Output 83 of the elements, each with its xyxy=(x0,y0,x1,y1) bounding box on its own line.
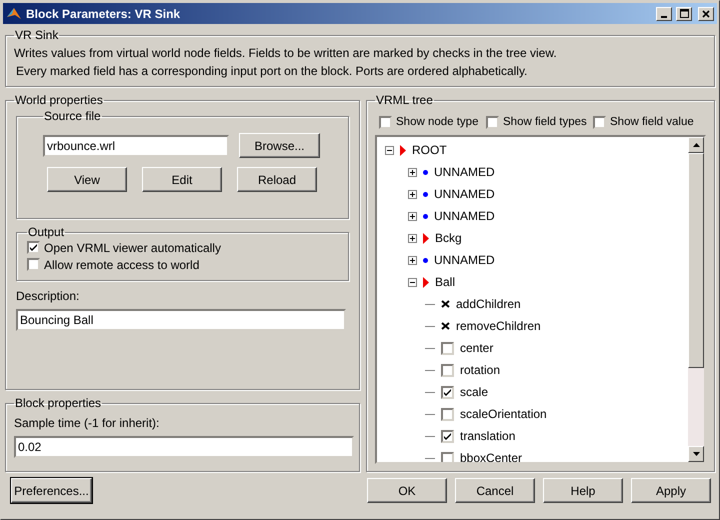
description-text: Writes values from virtual world node fields. Fields to be written are marked by checks in the tree view. xyxy=(14,45,558,62)
dialog-button[interactable]: Apply xyxy=(631,478,711,503)
source-file-field[interactable]: vrbounce.wrl xyxy=(43,134,229,156)
collapse-icon[interactable] xyxy=(408,278,417,286)
expand-icon[interactable] xyxy=(408,234,417,242)
sample-time-field[interactable]: 0.02 xyxy=(14,436,354,458)
checkbox[interactable] xyxy=(593,116,606,128)
checkbox[interactable] xyxy=(27,241,40,254)
tree-item[interactable]: scale xyxy=(460,385,488,399)
checkbox[interactable] xyxy=(441,386,454,398)
tree-item[interactable]: removeChildren xyxy=(456,319,541,333)
option-label: Open VRML viewer automatically xyxy=(44,240,221,254)
triangle-icon xyxy=(400,144,406,156)
browse-button[interactable]: Browse... xyxy=(239,133,320,158)
expand-icon[interactable] xyxy=(408,212,417,220)
file-button[interactable]: Edit xyxy=(142,167,222,192)
down-arrow-icon[interactable] xyxy=(692,452,700,456)
tree-item[interactable]: scaleOrientation xyxy=(460,407,547,421)
dot-icon xyxy=(423,192,428,196)
description-field[interactable]: Bouncing Ball xyxy=(16,309,346,331)
file-button[interactable]: View xyxy=(47,167,127,192)
check-icon xyxy=(443,432,452,440)
checkbox[interactable] xyxy=(441,364,454,376)
window-title: Block Parameters: VR Sink xyxy=(26,6,182,20)
dot-icon xyxy=(423,170,428,174)
checkbox[interactable] xyxy=(441,452,454,462)
tree-item[interactable]: addChildren xyxy=(456,297,521,311)
cross-icon xyxy=(441,322,450,330)
checkbox[interactable] xyxy=(27,258,40,271)
up-arrow-icon[interactable] xyxy=(692,143,700,147)
tree-item[interactable]: Ball xyxy=(435,275,456,289)
dialog-button[interactable]: Help xyxy=(543,478,623,503)
dot-icon xyxy=(423,214,428,218)
minimize-icon xyxy=(661,16,667,18)
preferences-button[interactable]: Preferences... xyxy=(11,478,92,503)
field-label: Description: xyxy=(16,289,80,303)
maximize-icon xyxy=(680,9,688,18)
checkbox[interactable] xyxy=(441,408,454,420)
close-button[interactable] xyxy=(698,6,714,20)
expand-icon[interactable] xyxy=(408,190,417,198)
maximize-button[interactable] xyxy=(676,6,692,20)
group-title: VR Sink xyxy=(14,28,60,42)
tree-item[interactable]: rotation xyxy=(460,363,500,377)
option-label: Show node type xyxy=(396,116,478,128)
triangle-icon xyxy=(423,276,429,288)
group-title: Source file xyxy=(43,109,102,123)
tree-item[interactable]: UNNAMED xyxy=(434,209,495,223)
checkbox[interactable] xyxy=(486,116,499,128)
scrollbar[interactable] xyxy=(688,137,704,462)
dialog-button[interactable]: Cancel xyxy=(455,478,535,503)
description-text: Every marked field has a corresponding input port on the block. Ports are ordered alphabetically. xyxy=(15,63,528,80)
expand-icon[interactable] xyxy=(408,256,417,264)
dialog-button[interactable]: OK xyxy=(367,478,447,503)
option-label: Show field value xyxy=(610,116,694,128)
tree-item[interactable]: UNNAMED xyxy=(434,165,495,179)
tree-item[interactable]: Bckg xyxy=(435,231,462,245)
tree-item[interactable]: UNNAMED xyxy=(434,187,495,201)
triangle-icon xyxy=(423,232,429,244)
group-title: Block properties xyxy=(14,396,102,410)
checkbox[interactable] xyxy=(441,342,454,354)
checkbox[interactable] xyxy=(379,116,392,128)
tree-item[interactable]: bboxCenter xyxy=(460,451,522,462)
close-icon xyxy=(702,10,710,18)
check-icon xyxy=(29,243,38,252)
app-icon xyxy=(6,6,22,22)
tree-item[interactable]: translation xyxy=(460,429,516,443)
tree-item[interactable]: ROOT xyxy=(412,143,447,157)
option-label: Show field types xyxy=(503,116,587,128)
dot-icon xyxy=(423,258,428,262)
cross-icon xyxy=(441,300,450,308)
checkbox[interactable] xyxy=(441,430,454,442)
tree-item[interactable]: UNNAMED xyxy=(434,253,495,267)
collapse-icon[interactable] xyxy=(385,146,394,154)
tree-item[interactable]: center xyxy=(460,341,494,355)
field-label: Sample time (-1 for inherit): xyxy=(14,416,160,430)
group-title: VRML tree xyxy=(375,93,434,107)
option-label: Allow remote access to world xyxy=(44,258,200,272)
group-title: Output xyxy=(27,225,66,239)
file-button[interactable]: Reload xyxy=(237,167,317,192)
group-title: World properties xyxy=(14,93,104,107)
expand-icon[interactable] xyxy=(408,168,417,176)
minimize-button[interactable] xyxy=(656,6,672,20)
check-icon xyxy=(443,388,452,396)
